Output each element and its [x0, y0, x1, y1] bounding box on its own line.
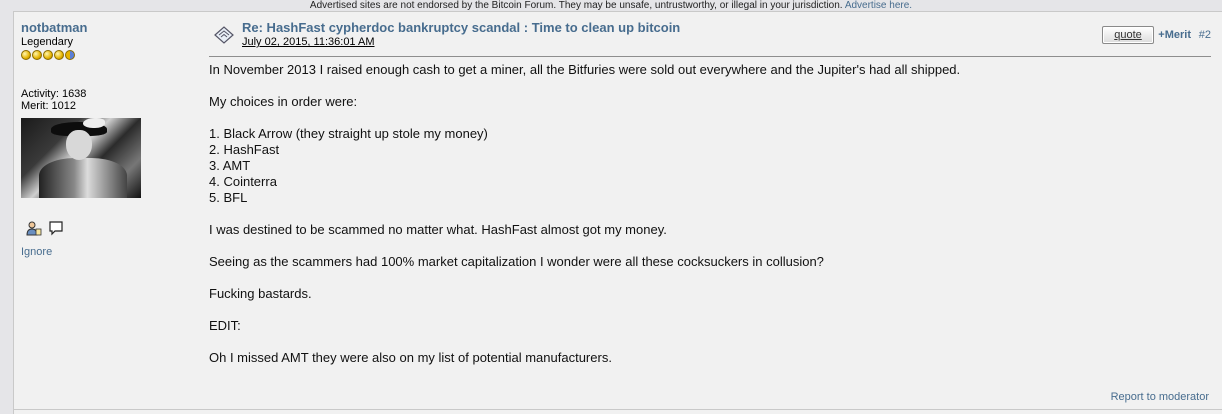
list-item: 2. HashFast — [209, 142, 280, 157]
ignore-user-link[interactable]: Ignore — [21, 246, 191, 258]
post-paragraph: Seeing as the scammers had 100% market c… — [209, 254, 824, 269]
half-star-icon — [65, 50, 75, 60]
list-item: 4. Cointerra — [209, 174, 277, 189]
post-body: In November 2013 I raised enough cash to… — [209, 62, 1209, 382]
post-divider — [14, 409, 1222, 410]
list-item: 5. BFL — [209, 190, 248, 205]
advertise-link[interactable]: Advertise here. — [845, 0, 912, 11]
post-title-link[interactable]: Re: HashFast cypherdoc bankruptcy scanda… — [242, 20, 680, 35]
list-item: 3. AMT — [209, 158, 251, 173]
star-icon — [32, 50, 42, 60]
report-to-moderator-link[interactable]: Report to moderator — [1111, 391, 1209, 403]
poster-merit: Merit: 1012 — [21, 100, 77, 112]
post-date: July 02, 2015, 11:36:01 AM — [242, 36, 375, 48]
star-icon — [21, 50, 31, 60]
poster-actions — [21, 220, 191, 236]
ad-disclaimer-text: Advertised sites are not endorsed by the… — [309, 0, 843, 11]
post-list: 1. Black Arrow (they straight up stole m… — [209, 126, 1209, 206]
forum-post: notbatman Legendary Activity: 1638 Merit… — [13, 11, 1222, 414]
poster-activity: Activity: 1638 — [21, 88, 87, 100]
post-message-icon — [213, 24, 235, 46]
post-paragraph: I was destined to be scammed no matter w… — [209, 222, 667, 237]
poster-rank: Legendary — [21, 36, 73, 48]
star-icon — [43, 50, 53, 60]
list-item: 1. Black Arrow (they straight up stole m… — [209, 126, 488, 141]
post-paragraph: EDIT: — [209, 318, 241, 333]
add-merit-link[interactable]: +Merit — [1158, 29, 1191, 41]
post-header: Re: HashFast cypherdoc bankruptcy scanda… — [209, 18, 1211, 57]
post-paragraph: My choices in order were: — [209, 94, 358, 109]
personal-message-icon[interactable] — [48, 220, 64, 236]
rank-stars — [21, 50, 191, 62]
poster-stats: Activity: 1638 Merit: 1012 — [21, 88, 191, 112]
post-number-link[interactable]: #2 — [1199, 29, 1211, 41]
post-paragraph: Oh I missed AMT they were also on my lis… — [209, 350, 612, 365]
quote-button[interactable]: quote — [1102, 26, 1154, 44]
poster-name-link[interactable]: notbatman — [21, 20, 191, 35]
post-paragraph: In November 2013 I raised enough cash to… — [209, 62, 961, 77]
avatar — [21, 118, 141, 198]
star-icon — [54, 50, 64, 60]
view-profile-icon[interactable] — [26, 220, 42, 236]
ad-disclaimer-banner: Advertised sites are not endorsed by the… — [0, 0, 1222, 11]
poster-info: notbatman Legendary Activity: 1638 Merit… — [21, 20, 191, 258]
post-paragraph: Fucking bastards. — [209, 286, 312, 301]
